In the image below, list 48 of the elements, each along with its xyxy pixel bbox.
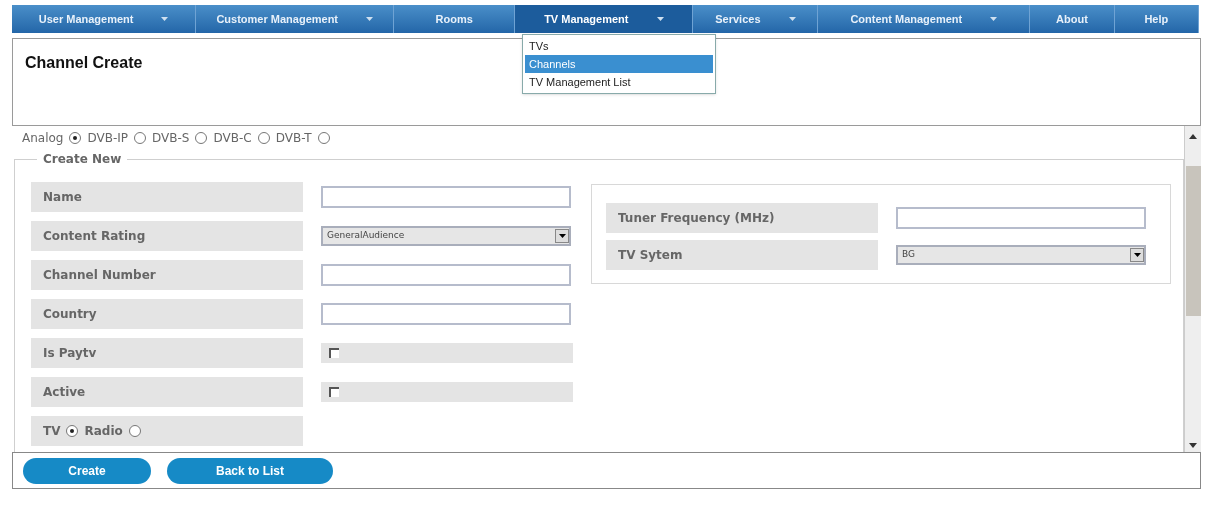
nav-menu-item[interactable]: Customer Management bbox=[196, 5, 395, 33]
field-label: Content Rating bbox=[31, 221, 303, 251]
field-label: Is Paytv bbox=[31, 338, 303, 368]
nav-menu-item[interactable]: About bbox=[1030, 5, 1115, 33]
field-label: Active bbox=[31, 377, 303, 407]
radio-label: TV bbox=[43, 423, 61, 440]
page-title: Channel Create bbox=[25, 53, 143, 73]
nav-menu-item[interactable]: Help bbox=[1114, 5, 1199, 33]
field-label: Tuner Frequency (MHz) bbox=[606, 203, 878, 233]
scroll-up-icon bbox=[1189, 134, 1197, 139]
select-field[interactable]: GeneralAudience bbox=[321, 226, 571, 246]
radio-button[interactable] bbox=[134, 132, 147, 144]
select-field[interactable]: BG bbox=[896, 245, 1146, 265]
radio-label: DVB-T bbox=[275, 130, 312, 147]
nav-menu-item[interactable]: Content Management bbox=[818, 5, 1031, 33]
text-field[interactable] bbox=[321, 264, 571, 286]
nav-menu-item[interactable]: Services bbox=[693, 5, 819, 33]
field-label: Name bbox=[31, 182, 303, 212]
field-label: Channel Number bbox=[31, 260, 303, 290]
radio-label: DVB-IP bbox=[87, 130, 129, 147]
radio-label: Radio bbox=[84, 423, 123, 440]
fieldset-legend: Create New bbox=[37, 150, 128, 168]
dropdown-item[interactable]: TV Management List bbox=[525, 73, 713, 91]
radio-label: DVB-S bbox=[152, 130, 190, 147]
nav-menu-item[interactable]: User Management bbox=[12, 5, 197, 33]
scroll-down-icon bbox=[1189, 443, 1197, 448]
radio-button[interactable] bbox=[257, 132, 270, 144]
text-field[interactable] bbox=[321, 186, 571, 208]
text-field[interactable] bbox=[896, 207, 1146, 229]
radio-button[interactable] bbox=[69, 132, 82, 144]
checkbox[interactable] bbox=[329, 348, 339, 358]
scrollbar-thumb[interactable] bbox=[1185, 166, 1201, 316]
nav-menu-item[interactable]: TV Management bbox=[515, 5, 694, 33]
action-button[interactable]: Back to List bbox=[167, 457, 333, 484]
field-label: Country bbox=[31, 299, 303, 329]
checkbox[interactable] bbox=[329, 387, 339, 397]
dropdown-item[interactable]: TVs bbox=[525, 37, 713, 55]
dropdown-item[interactable]: Channels bbox=[525, 55, 713, 73]
radio-label: Analog bbox=[22, 130, 64, 147]
radio-button[interactable] bbox=[66, 425, 79, 437]
radio-label: DVB-C bbox=[213, 130, 252, 147]
scrollbar[interactable] bbox=[1184, 126, 1201, 452]
radio-button[interactable] bbox=[195, 132, 208, 144]
action-button[interactable]: Create bbox=[23, 457, 151, 484]
field-label: TV Sytem bbox=[606, 240, 878, 270]
radio-button[interactable] bbox=[128, 425, 141, 437]
text-field[interactable] bbox=[321, 303, 571, 325]
radio-button[interactable] bbox=[317, 132, 330, 144]
